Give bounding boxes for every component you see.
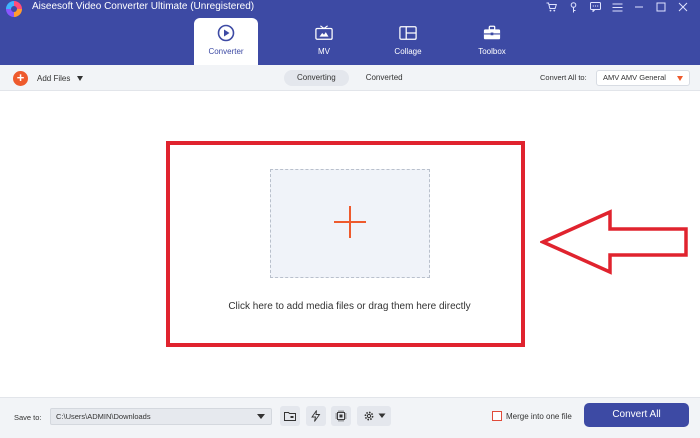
merge-checkbox[interactable]	[492, 411, 502, 421]
hardware-acceleration-button[interactable]	[306, 406, 326, 426]
convert-all-button[interactable]: Convert All	[584, 403, 689, 427]
gpu-acceleration-button[interactable]	[331, 406, 351, 426]
app-header: Aiseesoft Video Converter Ultimate (Unre…	[0, 0, 700, 65]
maximize-icon[interactable]	[650, 0, 672, 14]
chevron-down-icon	[378, 413, 385, 418]
chevron-down-icon	[677, 76, 683, 81]
save-path-field[interactable]: C:\Users\ADMIN\Downloads	[50, 408, 272, 425]
output-format-select[interactable]: AMV AMV General	[596, 70, 690, 86]
plus-icon	[334, 206, 366, 238]
tab-converting[interactable]: Converting	[284, 70, 349, 86]
app-logo-icon	[6, 1, 22, 17]
add-media-drop-zone[interactable]	[270, 169, 430, 278]
feedback-icon[interactable]	[584, 0, 606, 14]
annotation-arrow-icon	[540, 209, 688, 275]
user-key-icon[interactable]	[562, 0, 584, 14]
collage-icon	[399, 24, 417, 42]
output-settings-button[interactable]	[357, 406, 391, 426]
tv-icon	[315, 24, 333, 42]
convert-all-to-label: Convert All to:	[540, 73, 587, 82]
gear-icon	[364, 411, 373, 421]
converter-toolbar: + Add Files Converting Converted Convert…	[0, 65, 700, 91]
cpu-off-icon	[335, 410, 347, 422]
tab-mv-label: MV	[318, 47, 330, 56]
chevron-down-icon[interactable]	[257, 414, 265, 419]
lightning-off-icon	[311, 410, 321, 422]
tab-converter-label: Converter	[208, 47, 244, 56]
converter-icon	[217, 24, 235, 42]
add-circle-icon: +	[13, 70, 28, 86]
cart-icon[interactable]	[540, 0, 562, 14]
file-drop-area: Click here to add media files or drag th…	[0, 91, 700, 397]
drop-instruction-text: Click here to add media files or drag th…	[228, 301, 471, 312]
add-files-label: Add Files	[37, 73, 71, 83]
window-controls	[540, 0, 694, 14]
tab-converter[interactable]: Converter	[194, 18, 258, 65]
save-to-label: Save to:	[14, 413, 42, 422]
tab-toolbox[interactable]: Toolbox	[450, 18, 534, 65]
merge-label: Merge into one file	[506, 412, 572, 421]
main-nav-tabs: Converter MV Collage Toolbox	[194, 18, 534, 65]
folder-icon	[284, 412, 296, 421]
tab-mv[interactable]: MV	[282, 18, 366, 65]
minimize-icon[interactable]	[628, 0, 650, 14]
tab-toolbox-label: Toolbox	[478, 47, 506, 56]
window-title: Aiseesoft Video Converter Ultimate (Unre…	[32, 1, 255, 12]
open-folder-button[interactable]	[280, 406, 300, 426]
add-files-button[interactable]: + Add Files	[13, 70, 84, 86]
chevron-down-icon[interactable]	[77, 75, 84, 81]
tab-converted[interactable]: Converted	[353, 70, 416, 86]
output-format-value: AMV AMV General	[603, 73, 666, 82]
tab-collage[interactable]: Collage	[366, 18, 450, 65]
tab-collage-label: Collage	[394, 47, 422, 56]
close-icon[interactable]	[672, 0, 694, 14]
status-segmented-control: Converting Converted	[284, 70, 416, 86]
toolbox-icon	[483, 24, 501, 42]
menu-icon[interactable]	[606, 0, 628, 14]
save-path-value: C:\Users\ADMIN\Downloads	[56, 412, 151, 421]
